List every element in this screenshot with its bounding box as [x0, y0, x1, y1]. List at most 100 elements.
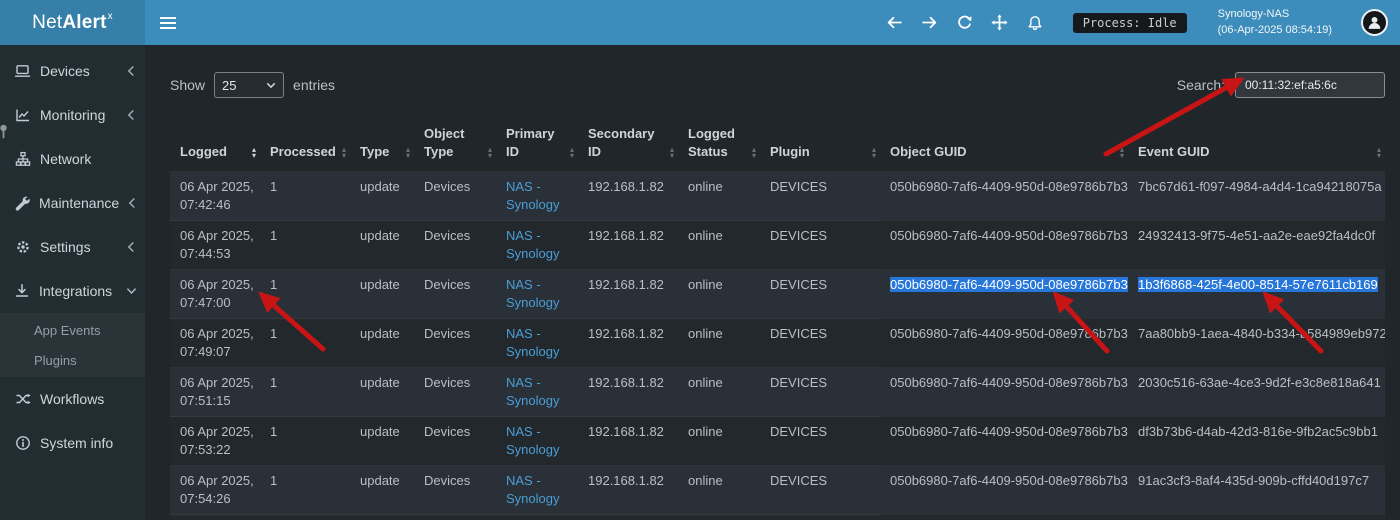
cell-processed: 1: [260, 368, 350, 417]
sidebar-item-label: Settings: [40, 239, 91, 255]
cell-primary-id[interactable]: NAS - Synology: [496, 466, 578, 515]
cell-event-guid: 1b3f6868-425f-4e00-8514-57e7611cb169: [1128, 270, 1385, 319]
sort-icon[interactable]: ▴▾: [570, 147, 574, 161]
column-header-secondary-id[interactable]: Secondary ID▴▾: [578, 119, 678, 172]
cell-object-guid: 050b6980-7af6-4409-950d-08e9786b7b33: [880, 270, 1128, 319]
cell-primary-id[interactable]: NAS - Synology: [496, 221, 578, 270]
sort-icon[interactable]: ▴▾: [406, 147, 410, 161]
sort-icon[interactable]: ▴▾: [488, 147, 492, 161]
column-header-object-type[interactable]: Object Type▴▾: [414, 119, 496, 172]
column-header-logged[interactable]: Logged▴▾: [170, 119, 260, 172]
cell-primary-id[interactable]: NAS - Synology: [496, 319, 578, 368]
cell-processed: 1: [260, 221, 350, 270]
cell-primary-id[interactable]: NAS - Synology: [496, 270, 578, 319]
sidebar-pin-icon[interactable]: [0, 124, 9, 139]
cell-object-guid: 050b6980-7af6-4409-950d-08e9786b7b33: [880, 417, 1128, 466]
cell-secondary-id: 192.168.1.82: [578, 172, 678, 221]
topbar-actions: Process: Idle Synology-NAS (06-Apr-2025 …: [886, 7, 1388, 38]
primary-id-link: NAS - Synology: [506, 424, 559, 457]
search-control: Search:: [1177, 72, 1385, 98]
sort-icon[interactable]: ▴▾: [1377, 147, 1381, 161]
cell-event-guid: 84cb842b-83d2-490a-afed-3db36dba90f: [1128, 515, 1385, 520]
page-size-select[interactable]: 25: [214, 72, 284, 98]
column-header-type[interactable]: Type▴▾: [350, 119, 414, 172]
sidebar-item-monitoring[interactable]: Monitoring: [0, 93, 145, 137]
cell-plugin: DEVICES: [760, 515, 880, 520]
search-input[interactable]: [1235, 72, 1385, 98]
hamburger-menu-icon[interactable]: [149, 0, 187, 45]
cell-primary-id[interactable]: NAS - Synology: [496, 368, 578, 417]
process-status-badge[interactable]: Process: Idle: [1073, 13, 1187, 33]
table-row[interactable]: 06 Apr 2025, 1 update Devices NAS - Syno…: [170, 515, 1385, 520]
sidebar-item-network[interactable]: Network: [0, 137, 145, 181]
column-header-primary-id[interactable]: Primary ID▴▾: [496, 119, 578, 172]
sidebar-item-settings[interactable]: Settings: [0, 225, 145, 269]
back-arrow-icon[interactable]: [886, 14, 904, 32]
forward-arrow-icon[interactable]: [921, 14, 939, 32]
column-header-processed[interactable]: Processed▴▾: [260, 119, 350, 172]
refresh-icon[interactable]: [956, 14, 974, 32]
column-header-plugin[interactable]: Plugin▴▾: [760, 119, 880, 172]
table-row[interactable]: 06 Apr 2025, 07:53:22 1 update Devices N…: [170, 417, 1385, 466]
sort-icon[interactable]: ▴▾: [1120, 147, 1124, 161]
cell-logged-status: online: [678, 270, 760, 319]
table-row[interactable]: 06 Apr 2025, 07:49:07 1 update Devices N…: [170, 319, 1385, 368]
column-header-object-guid[interactable]: Object GUID▴▾: [880, 119, 1128, 172]
sidebar-nav: Devices Monitoring Network Maintenance S…: [0, 45, 145, 465]
primary-id-link: NAS - Synology: [506, 277, 559, 310]
table-row[interactable]: 06 Apr 2025, 07:42:46 1 update Devices N…: [170, 172, 1385, 221]
page-size-control: Show 25 entries: [170, 72, 335, 98]
host-info: Synology-NAS (06-Apr-2025 08:54:19): [1218, 7, 1332, 38]
primary-id-link: NAS - Synology: [506, 375, 559, 408]
bell-icon[interactable]: [1026, 14, 1044, 32]
column-header-event-guid[interactable]: Event GUID▴▾: [1128, 119, 1385, 172]
cell-logged: 06 Apr 2025, 07:42:46: [170, 172, 260, 221]
table-row[interactable]: 06 Apr 2025, 07:44:53 1 update Devices N…: [170, 221, 1385, 270]
cell-object-type: Devices: [414, 270, 496, 319]
sort-icon[interactable]: ▴▾: [752, 147, 756, 161]
sidebar-subitem-app-events[interactable]: App Events: [0, 315, 145, 345]
user-avatar[interactable]: [1361, 9, 1388, 36]
cell-object-guid: 050b6980-7af6-4409-950d-08e9786b7b33: [880, 515, 1128, 520]
table-header-row: Logged▴▾Processed▴▾Type▴▾Object Type▴▾Pr…: [170, 119, 1385, 172]
entries-label: entries: [293, 77, 335, 93]
cell-processed: 1: [260, 172, 350, 221]
laptop-icon: [14, 63, 31, 79]
host-timestamp: (06-Apr-2025 08:54:19): [1218, 23, 1332, 38]
app-logo[interactable]: NetAlertx: [0, 0, 145, 45]
cell-primary-id[interactable]: NAS - Synology: [496, 417, 578, 466]
sidebar-item-devices[interactable]: Devices: [0, 49, 145, 93]
wrench-icon: [14, 195, 30, 211]
sidebar-subitem-plugins[interactable]: Plugins: [0, 345, 145, 375]
table-row[interactable]: 06 Apr 2025, 07:47:00 1 update Devices N…: [170, 270, 1385, 319]
sort-icon[interactable]: ▴▾: [670, 147, 674, 161]
column-header-logged-status[interactable]: Logged Status▴▾: [678, 119, 760, 172]
cell-processed: 1: [260, 270, 350, 319]
cell-secondary-id: 192.168.1.82: [578, 319, 678, 368]
logo-sup: x: [108, 11, 113, 22]
sort-icon[interactable]: ▴▾: [872, 147, 876, 161]
sidebar-item-maintenance[interactable]: Maintenance: [0, 181, 145, 225]
cell-primary-id[interactable]: NAS - Synology: [496, 515, 578, 520]
cell-plugin: DEVICES: [760, 368, 880, 417]
sidebar-item-system-info[interactable]: System info: [0, 421, 145, 465]
sidebar-item-workflows[interactable]: Workflows: [0, 377, 145, 421]
primary-id-link: NAS - Synology: [506, 179, 559, 212]
cell-logged-status: online: [678, 417, 760, 466]
sort-icon[interactable]: ▴▾: [342, 147, 346, 161]
cell-logged: 06 Apr 2025, 07:54:26: [170, 466, 260, 515]
cell-primary-id[interactable]: NAS - Synology: [496, 172, 578, 221]
sort-icon[interactable]: ▴▾: [252, 147, 256, 161]
table-row[interactable]: 06 Apr 2025, 07:51:15 1 update Devices N…: [170, 368, 1385, 417]
cell-object-guid: 050b6980-7af6-4409-950d-08e9786b7b33: [880, 172, 1128, 221]
cell-plugin: DEVICES: [760, 270, 880, 319]
host-device-name: Synology-NAS: [1218, 7, 1332, 22]
table-header: Logged▴▾Processed▴▾Type▴▾Object Type▴▾Pr…: [170, 119, 1385, 172]
cell-processed: 1: [260, 417, 350, 466]
move-arrows-icon[interactable]: [991, 14, 1009, 32]
cell-object-type: Devices: [414, 515, 496, 520]
hamburger-bars: [160, 17, 176, 29]
cell-object-guid: 050b6980-7af6-4409-950d-08e9786b7b33: [880, 466, 1128, 515]
sidebar-item-integrations[interactable]: Integrations: [0, 269, 145, 313]
table-row[interactable]: 06 Apr 2025, 07:54:26 1 update Devices N…: [170, 466, 1385, 515]
